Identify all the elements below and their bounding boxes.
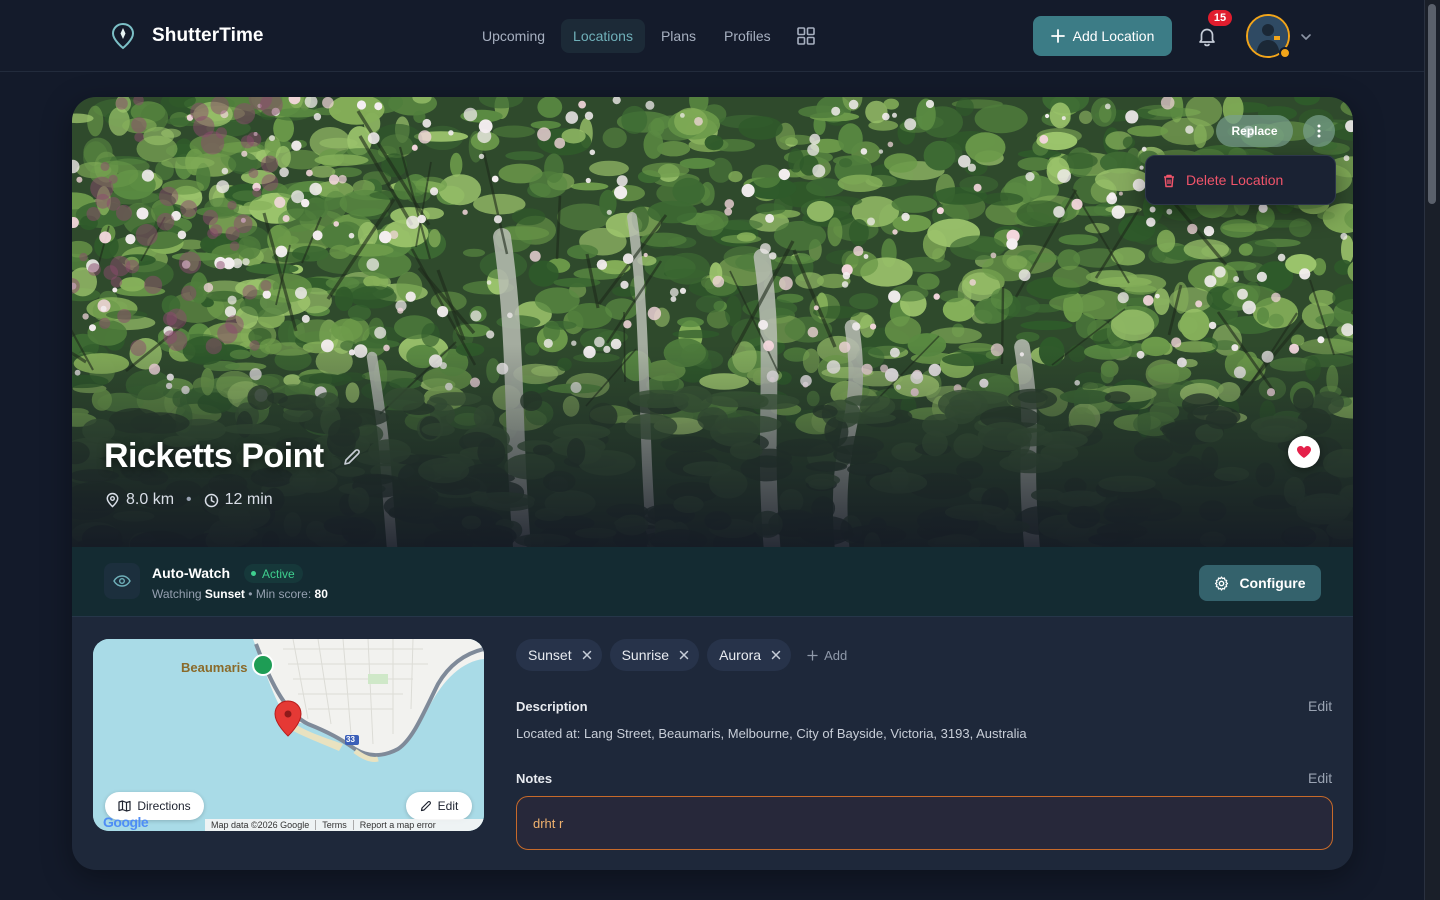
configure-button[interactable]: Configure bbox=[1199, 565, 1321, 601]
map-terms-link[interactable]: Terms bbox=[315, 820, 353, 830]
main-nav: Upcoming Locations Plans Profiles bbox=[470, 19, 823, 53]
watching-event: Sunset bbox=[204, 587, 245, 601]
location-meta: 8.0 km • 12 min bbox=[105, 491, 273, 509]
description-text: Located at: Lang Street, Beaumaris, Melb… bbox=[516, 726, 1027, 741]
edit-description-button[interactable]: Edit bbox=[1308, 698, 1332, 714]
avatar-status-dot bbox=[1279, 47, 1291, 59]
edit-map-button[interactable]: Edit bbox=[406, 792, 472, 820]
nav-profiles[interactable]: Profiles bbox=[712, 19, 783, 53]
close-icon[interactable] bbox=[582, 650, 592, 660]
edit-map-label: Edit bbox=[437, 799, 459, 813]
map-icon bbox=[118, 800, 131, 812]
gear-icon bbox=[1215, 575, 1229, 591]
bell-icon[interactable] bbox=[1194, 24, 1220, 50]
notification-count-badge: 15 bbox=[1208, 10, 1232, 26]
auto-watch-summary: Watching Sunset • Min score: 80 bbox=[152, 587, 328, 601]
tag-label: Aurora bbox=[719, 647, 762, 663]
add-tag-label: Add bbox=[824, 647, 848, 663]
tag-label: Sunrise bbox=[621, 647, 670, 663]
map-place-label: Beaumaris bbox=[181, 660, 248, 675]
location-pin-icon bbox=[111, 22, 135, 50]
watching-prefix: Watching bbox=[152, 587, 202, 601]
edit-notes-button[interactable]: Edit bbox=[1308, 770, 1332, 786]
tag-aurora[interactable]: Aurora bbox=[707, 639, 792, 671]
location-card: Replace Delete Location Ricketts Point 8… bbox=[72, 97, 1353, 870]
close-icon[interactable] bbox=[679, 650, 689, 660]
auto-watch-status-badge: Active bbox=[244, 564, 303, 583]
map-data-credit: Map data ©2026 Google bbox=[211, 820, 310, 830]
add-location-label: Add Location bbox=[1072, 28, 1155, 44]
more-options-button[interactable] bbox=[1303, 115, 1335, 147]
map-report-link[interactable]: Report a map error bbox=[352, 820, 442, 830]
nav-plans[interactable]: Plans bbox=[649, 19, 708, 53]
google-logo: Google bbox=[103, 814, 149, 830]
drive-time-text: 12 min bbox=[224, 491, 273, 508]
chevron-down-icon[interactable] bbox=[1299, 30, 1313, 44]
hero-photo: Replace Delete Location Ricketts Point 8… bbox=[72, 97, 1353, 547]
title-row: Ricketts Point bbox=[104, 437, 362, 476]
nav-upcoming[interactable]: Upcoming bbox=[470, 19, 557, 53]
clock-icon bbox=[204, 493, 218, 507]
close-icon[interactable] bbox=[771, 650, 781, 660]
delete-location-menu-item[interactable]: Delete Location bbox=[1186, 172, 1283, 188]
apps-grid-button[interactable] bbox=[789, 19, 823, 53]
brand-name: ShutterTime bbox=[152, 25, 264, 46]
nav-locations[interactable]: Locations bbox=[561, 19, 645, 53]
pencil-icon[interactable] bbox=[342, 447, 362, 467]
grid-icon bbox=[796, 27, 815, 45]
min-score-value: 80 bbox=[314, 587, 328, 601]
min-score-label: • Min score: bbox=[248, 587, 312, 601]
plus-icon bbox=[1050, 29, 1065, 43]
location-title: Ricketts Point bbox=[104, 437, 324, 475]
event-tags: Sunset Sunrise Aurora Add bbox=[516, 639, 847, 671]
auto-watch-bar: Auto-Watch Active Watching Sunset • Min … bbox=[72, 547, 1353, 617]
scrollbar-thumb[interactable] bbox=[1428, 4, 1436, 204]
tag-sunrise[interactable]: Sunrise bbox=[609, 639, 700, 671]
notes-label: Notes bbox=[516, 771, 553, 786]
auto-watch-title: Auto-Watch bbox=[152, 565, 231, 581]
tag-label: Sunset bbox=[528, 647, 572, 663]
add-location-button[interactable]: Add Location bbox=[1033, 16, 1172, 56]
add-tag-button[interactable]: Add bbox=[807, 648, 847, 663]
meta-separator: • bbox=[186, 491, 192, 508]
top-bar: ShutterTime Upcoming Locations Plans Pro… bbox=[0, 0, 1424, 72]
trash-icon bbox=[1164, 174, 1174, 187]
distance-text: 8.0 km bbox=[126, 491, 175, 508]
directions-label: Directions bbox=[137, 799, 191, 813]
favorite-button[interactable] bbox=[1288, 436, 1320, 468]
configure-label: Configure bbox=[1239, 575, 1306, 591]
description-label: Description bbox=[516, 699, 588, 714]
location-map[interactable]: Beaumaris 33 Directions Edit Google Map … bbox=[93, 639, 484, 831]
notes-field[interactable]: drht r bbox=[516, 796, 1333, 850]
map-pin-icon bbox=[106, 492, 119, 508]
eye-icon bbox=[113, 575, 131, 587]
pencil-icon bbox=[420, 801, 431, 812]
tag-sunset[interactable]: Sunset bbox=[516, 639, 602, 671]
road-shield-label: 33 bbox=[346, 735, 355, 744]
heart-icon bbox=[1297, 446, 1311, 458]
plus-icon bbox=[807, 649, 818, 661]
more-vertical-icon bbox=[1317, 124, 1321, 138]
map-attribution: Map data ©2026 Google Terms Report a map… bbox=[205, 819, 484, 831]
options-menu: Delete Location bbox=[1145, 155, 1336, 205]
brand[interactable]: ShutterTime bbox=[110, 22, 264, 50]
replace-photo-button[interactable]: Replace bbox=[1216, 115, 1293, 147]
auto-watch-icon-box bbox=[104, 563, 140, 599]
